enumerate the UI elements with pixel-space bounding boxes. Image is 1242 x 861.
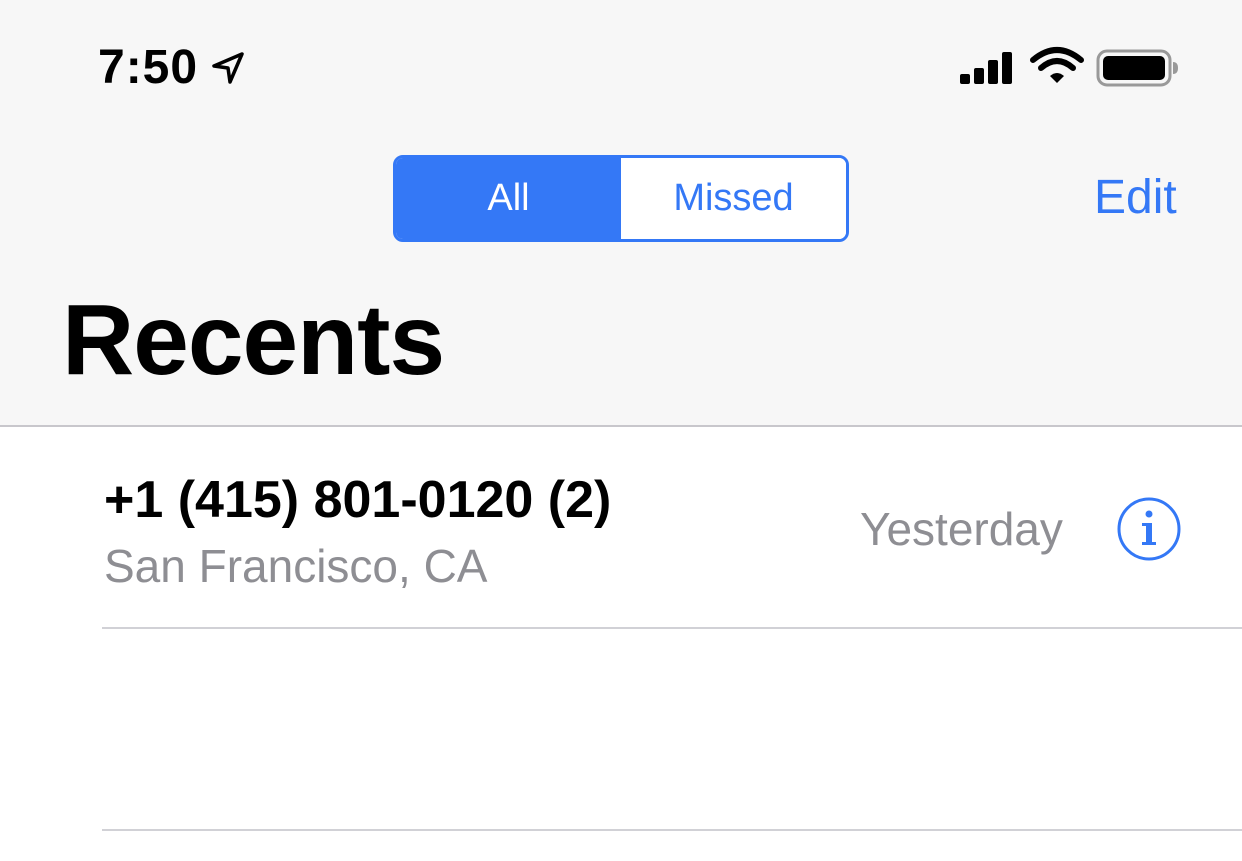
- segment-all[interactable]: All: [396, 158, 621, 239]
- recents-screen: 7:50 All Missed Edit Recents +1 (415) 80…: [0, 0, 1242, 861]
- segment-missed[interactable]: Missed: [621, 158, 846, 239]
- row-separator: [102, 829, 1242, 831]
- info-icon[interactable]: [1116, 496, 1182, 562]
- recent-call-row[interactable]: +1 (415) 801-0120 (2) San Francisco, CA …: [0, 428, 1242, 628]
- recents-filter-segmented-control[interactable]: All Missed: [393, 155, 849, 242]
- row-separator: [102, 627, 1242, 629]
- battery-icon: [1096, 49, 1178, 87]
- call-time: Yesterday: [860, 503, 1063, 555]
- location-arrow-icon: [212, 52, 244, 84]
- wifi-icon: [1030, 47, 1084, 83]
- edit-button[interactable]: Edit: [1094, 170, 1177, 226]
- cellular-signal-icon: [960, 52, 1012, 84]
- caller-number: +1 (415) 801-0120 (2): [104, 471, 612, 529]
- status-time: 7:50: [98, 41, 199, 94]
- page-title: Recents: [62, 284, 445, 396]
- caller-location: San Francisco, CA: [104, 540, 488, 592]
- header: 7:50 All Missed Edit Recents: [0, 0, 1242, 427]
